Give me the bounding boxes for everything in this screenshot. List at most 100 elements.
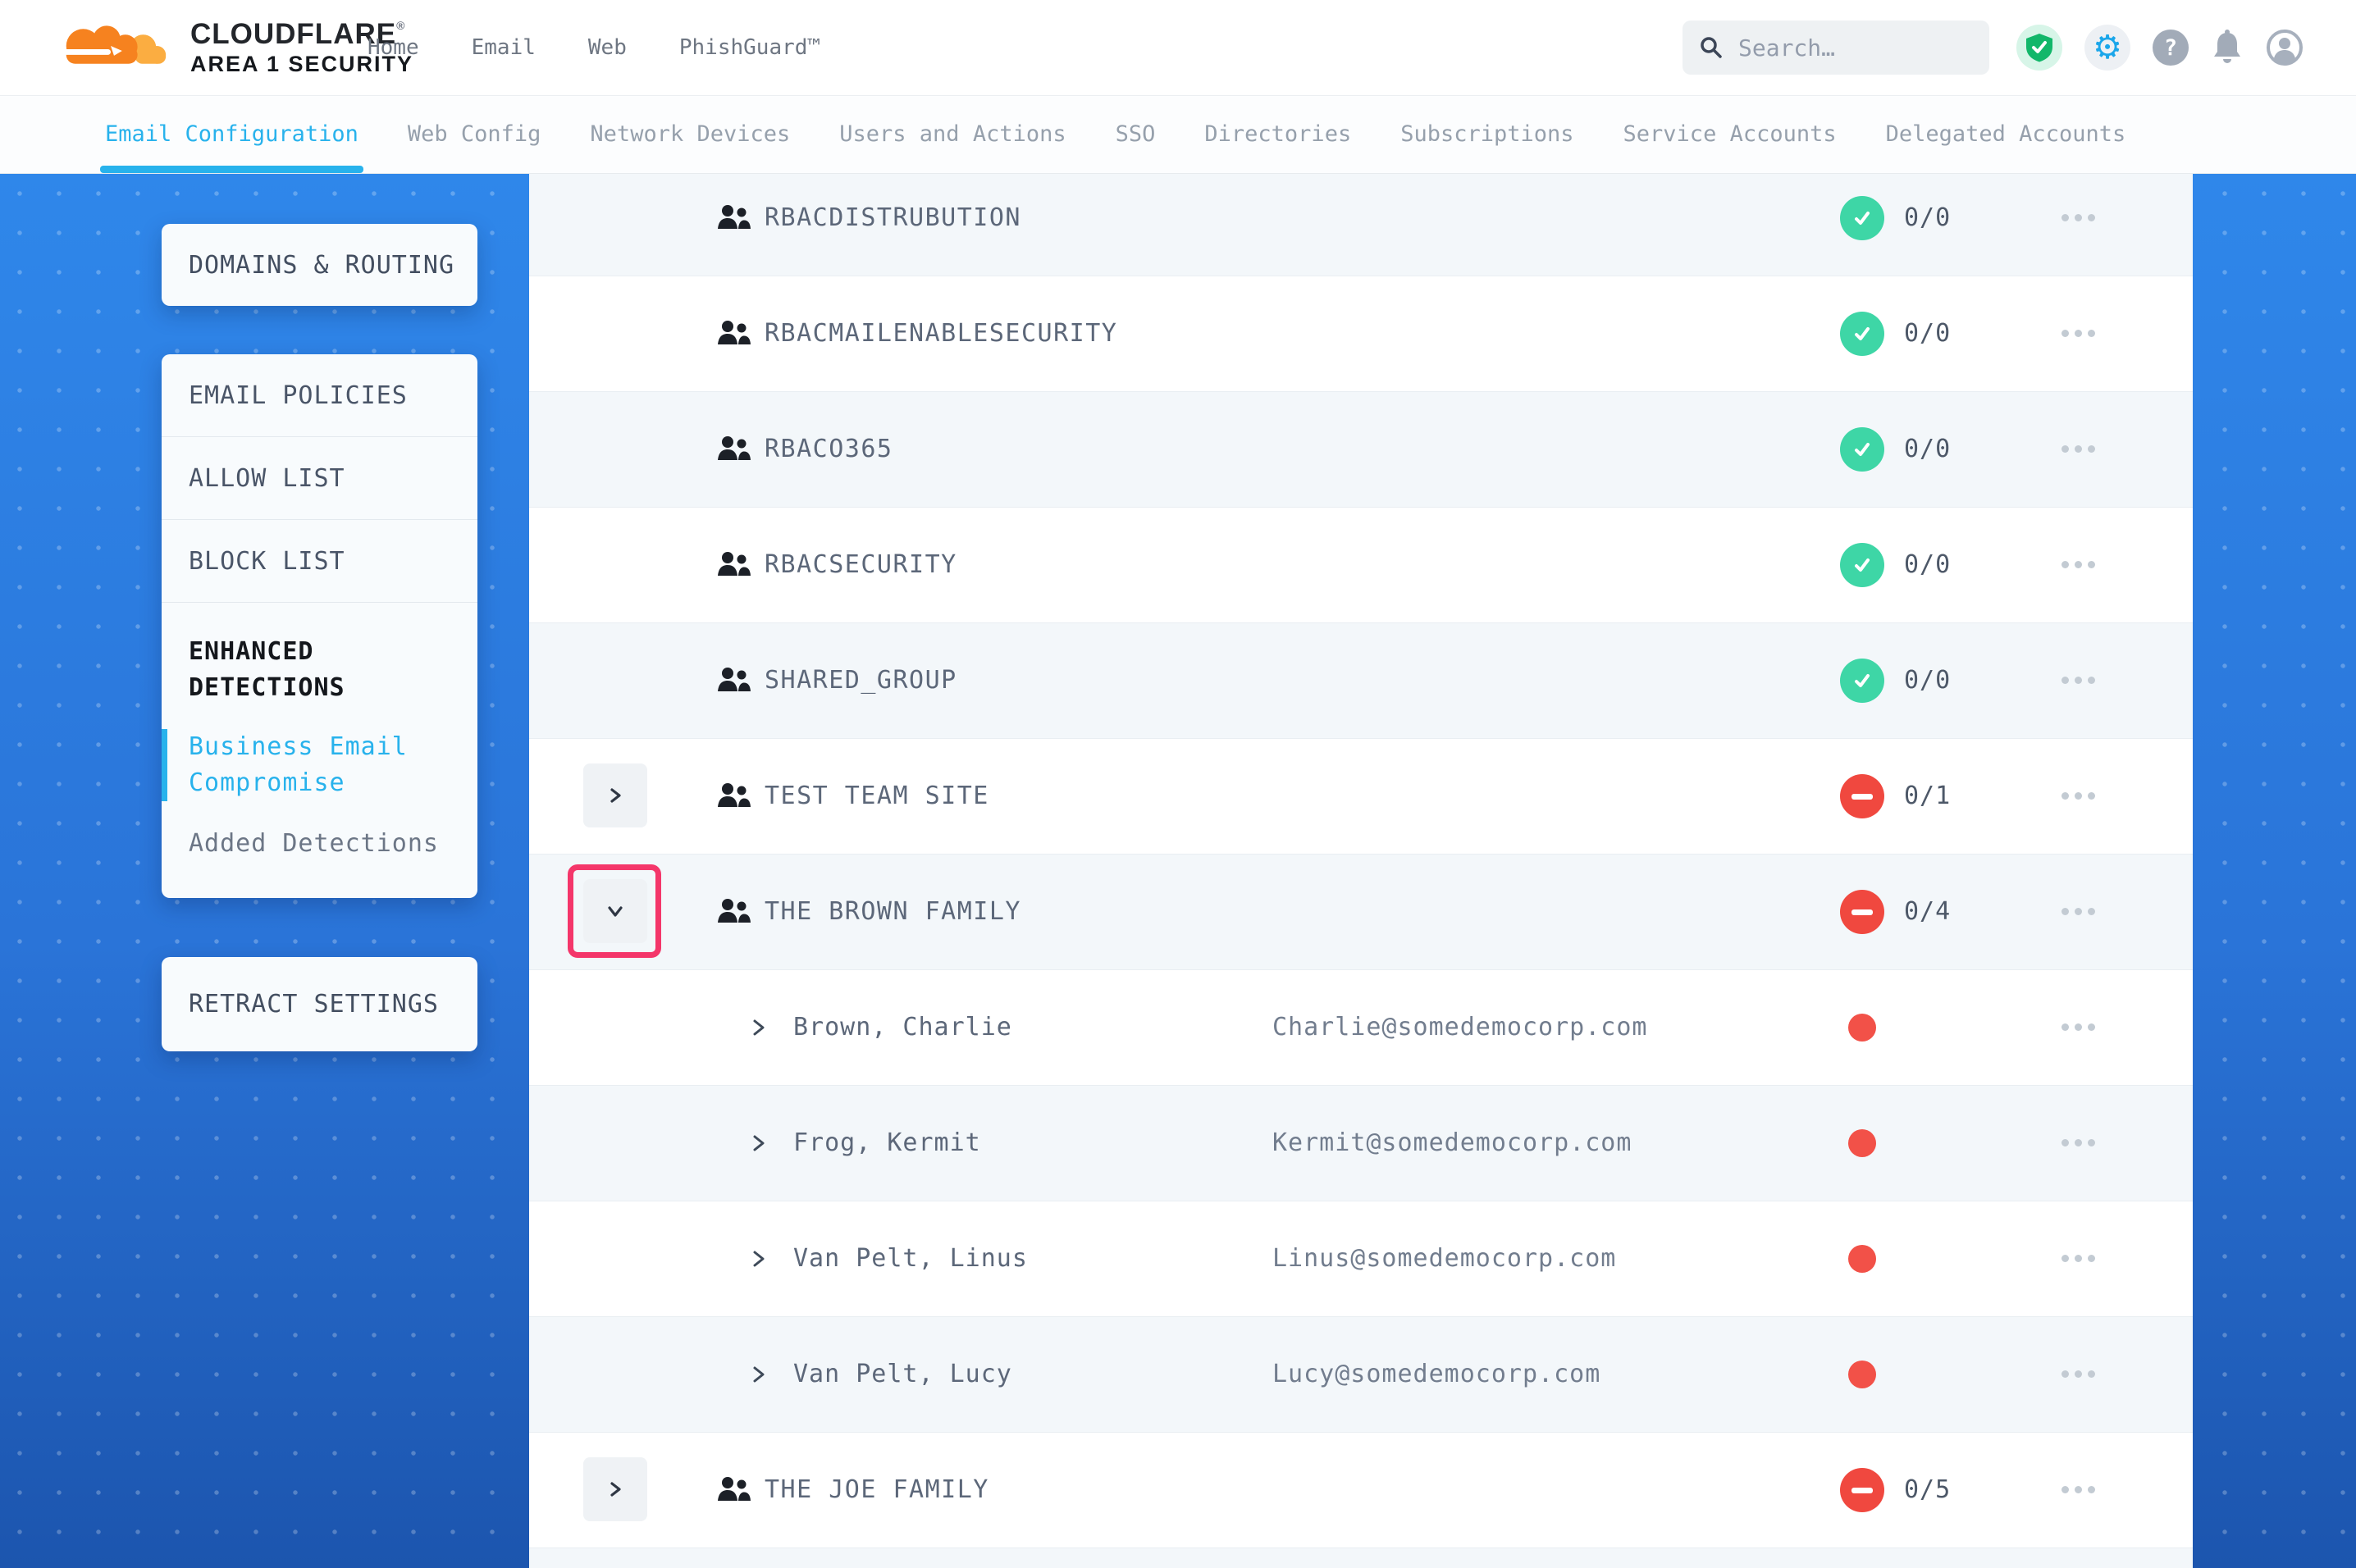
status-badge-blocked xyxy=(1840,774,1884,818)
expand-chevron-icon[interactable] xyxy=(751,1316,767,1432)
row-actions-menu[interactable] xyxy=(2062,738,2095,854)
ellipsis-icon xyxy=(2088,1255,2095,1262)
table-row-group: RBACMAILENABLESECURITY0/0 xyxy=(529,276,2193,391)
ellipsis-icon xyxy=(2075,908,2082,915)
group-title: THE JOE FAMILY xyxy=(765,1432,989,1547)
ellipsis-icon xyxy=(2075,1139,2082,1146)
tab-email-configuration[interactable]: Email Configuration xyxy=(105,95,358,173)
top-nav-item-email[interactable]: Email xyxy=(472,35,536,60)
tab-service-accounts[interactable]: Service Accounts xyxy=(1623,95,1837,173)
sidebar-item-retract-settings[interactable]: RETRACT SETTINGS xyxy=(162,957,477,1051)
chevron-right-icon xyxy=(605,785,626,806)
minus-icon xyxy=(1851,1488,1873,1493)
group-icon xyxy=(716,507,752,622)
tab-subscriptions[interactable]: Subscriptions xyxy=(1400,95,1573,173)
ellipsis-icon xyxy=(2088,792,2095,800)
tab-directories[interactable]: Directories xyxy=(1204,95,1351,173)
sidebar-item-business-email-compromise[interactable]: Business Email Compromise xyxy=(189,729,450,801)
sidebar-section-enhanced-detections: ENHANCED DETECTIONS Business Email Compr… xyxy=(162,603,477,898)
table-row-group: RBACDISTRUBUTION0/0 xyxy=(529,174,2193,276)
group-icon xyxy=(716,854,752,969)
member-email: Kermit@somedemocorp.com xyxy=(1272,1085,1632,1201)
header-actions xyxy=(2016,0,2303,95)
row-actions-menu[interactable] xyxy=(2062,1432,2095,1547)
group-icon xyxy=(716,276,752,391)
sidebar: DOMAINS & ROUTING EMAIL POLICIES ALLOW L… xyxy=(0,174,529,1568)
row-actions-menu[interactable] xyxy=(2062,622,2095,738)
table-row-partial xyxy=(529,1547,2193,1568)
cloudflare-logo-icon xyxy=(48,21,177,74)
table-row-member: Brown, CharlieCharlie@somedemocorp.com xyxy=(529,969,2193,1085)
search-input[interactable] xyxy=(1737,34,1973,62)
settings-gear-icon[interactable] xyxy=(2084,25,2130,71)
expand-toggle-button[interactable] xyxy=(583,1457,647,1521)
sidebar-card-policies: EMAIL POLICIES ALLOW LIST BLOCK LIST ENH… xyxy=(162,354,477,898)
status-dot xyxy=(1848,1361,1876,1388)
sidebar-item-domains-routing[interactable]: DOMAINS & ROUTING xyxy=(162,224,477,306)
table-row-member: Van Pelt, LucyLucy@somedemocorp.com xyxy=(529,1316,2193,1432)
member-name: Frog, Kermit xyxy=(793,1085,981,1201)
group-icon xyxy=(716,174,752,276)
tab-sso[interactable]: SSO xyxy=(1116,95,1156,173)
search-box xyxy=(1683,21,1989,75)
tab-users-and-actions[interactable]: Users and Actions xyxy=(839,95,1066,173)
group-title: TEST TEAM SITE xyxy=(765,738,989,854)
row-actions-menu[interactable] xyxy=(2062,969,2095,1085)
group-icon xyxy=(716,391,752,507)
tab-web-config[interactable]: Web Config xyxy=(408,95,541,173)
shield-check-icon[interactable] xyxy=(2016,25,2062,71)
ellipsis-icon xyxy=(2075,677,2082,684)
top-nav-item-home[interactable]: Home xyxy=(368,35,419,60)
member-count: 0/0 xyxy=(1904,507,1951,622)
sidebar-item-added-detections[interactable]: Added Detections xyxy=(189,826,450,862)
check-icon xyxy=(1851,554,1874,577)
sidebar-card-domains: DOMAINS & ROUTING xyxy=(162,224,477,306)
status-badge-allowed xyxy=(1840,427,1884,472)
help-icon[interactable] xyxy=(2153,30,2189,66)
row-actions-menu[interactable] xyxy=(2062,174,2095,276)
row-actions-menu[interactable] xyxy=(2062,1201,2095,1316)
sidebar-card-retract: RETRACT SETTINGS xyxy=(162,957,477,1051)
ellipsis-icon xyxy=(2062,677,2069,684)
expand-toggle-button[interactable] xyxy=(583,763,647,827)
row-actions-menu[interactable] xyxy=(2062,391,2095,507)
account-icon[interactable] xyxy=(2266,29,2303,66)
member-email: Linus@somedemocorp.com xyxy=(1272,1201,1616,1316)
row-actions-menu[interactable] xyxy=(2062,276,2095,391)
status-dot xyxy=(1848,1129,1876,1157)
ellipsis-icon xyxy=(2088,330,2095,337)
status-badge-allowed xyxy=(1840,312,1884,356)
row-actions-menu[interactable] xyxy=(2062,1085,2095,1201)
group-icon xyxy=(716,622,752,738)
sidebar-item-allow-list[interactable]: ALLOW LIST xyxy=(162,437,477,520)
expand-toggle-button[interactable] xyxy=(583,879,647,943)
row-actions-menu[interactable] xyxy=(2062,1316,2095,1432)
table-row-member: Frog, Kermit Kermit@somedemocorp.com xyxy=(529,1085,2193,1201)
enhanced-detections-heading: ENHANCED DETECTIONS xyxy=(189,634,450,706)
tab-network-devices[interactable]: Network Devices xyxy=(590,95,790,173)
ellipsis-icon xyxy=(2075,1370,2082,1378)
ellipsis-icon xyxy=(2075,792,2082,800)
top-nav-item-phishguard-[interactable]: PhishGuard™ xyxy=(679,35,820,60)
sidebar-item-email-policies[interactable]: EMAIL POLICIES xyxy=(162,354,477,437)
group-icon xyxy=(716,738,752,854)
table-row-group: RBACO3650/0 xyxy=(529,391,2193,507)
tab-delegated-accounts[interactable]: Delegated Accounts xyxy=(1886,95,2126,173)
tab-bar: Email Configuration Web Config Network Dev… xyxy=(0,95,2356,174)
sidebar-item-block-list[interactable]: BLOCK LIST xyxy=(162,520,477,603)
member-count: 0/4 xyxy=(1904,854,1951,969)
search-icon xyxy=(1699,35,1724,60)
notifications-bell-icon[interactable] xyxy=(2211,30,2244,66)
expand-chevron-icon[interactable] xyxy=(751,969,767,1085)
top-nav-item-web[interactable]: Web xyxy=(588,35,627,60)
member-email: Charlie@somedemocorp.com xyxy=(1272,969,1647,1085)
ellipsis-icon xyxy=(2062,1255,2069,1262)
table-row-group: THE BROWN FAMILY0/4 xyxy=(529,854,2193,969)
group-title: RBACSECURITY xyxy=(765,507,957,622)
expand-chevron-icon[interactable] xyxy=(751,1201,767,1316)
row-actions-menu[interactable] xyxy=(2062,854,2095,969)
row-actions-menu[interactable] xyxy=(2062,507,2095,622)
member-count: 0/0 xyxy=(1904,391,1951,507)
expand-chevron-icon[interactable] xyxy=(751,1085,767,1201)
table-row-group: THE JOE FAMILY0/5 xyxy=(529,1432,2193,1547)
